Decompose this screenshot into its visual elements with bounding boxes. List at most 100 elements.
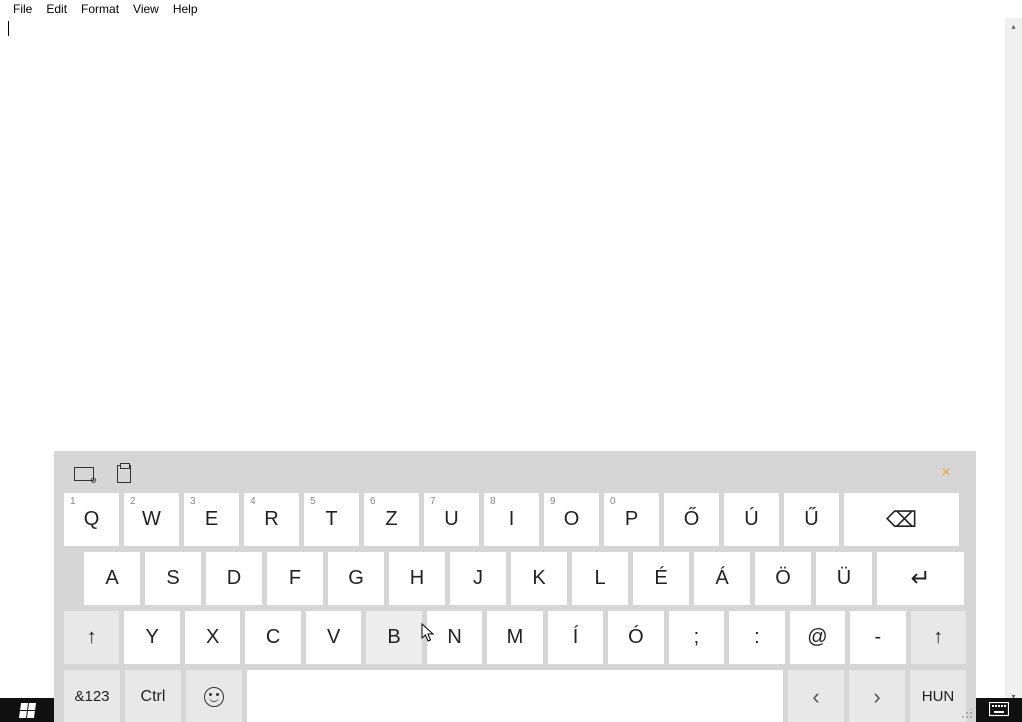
scroll-up-arrow-icon[interactable]: ▴ bbox=[1005, 18, 1022, 35]
key-u-acute[interactable]: Ú bbox=[724, 493, 779, 546]
key-symbols[interactable]: &123 bbox=[64, 670, 120, 722]
key-ctrl[interactable]: Ctrl bbox=[125, 670, 181, 722]
key-shift-right[interactable] bbox=[911, 611, 966, 664]
key-at[interactable]: @ bbox=[790, 611, 845, 664]
key-i-acute[interactable]: Í bbox=[548, 611, 603, 664]
key-l[interactable]: L bbox=[572, 552, 628, 605]
paste-button[interactable] bbox=[112, 463, 136, 485]
key-space[interactable] bbox=[247, 670, 783, 722]
key-label: É bbox=[654, 567, 667, 590]
chevron-right-icon: › bbox=[873, 684, 880, 710]
key-emoji[interactable] bbox=[186, 670, 242, 722]
key-label: &123 bbox=[74, 688, 109, 705]
close-keyboard-button[interactable]: × bbox=[936, 463, 956, 483]
key-o-diaeresis[interactable]: Ö bbox=[755, 552, 811, 605]
key-language[interactable]: HUN bbox=[910, 670, 966, 722]
key-hyphen[interactable]: - bbox=[850, 611, 905, 664]
key-label: Ctrl bbox=[141, 688, 166, 706]
key-label: Y bbox=[146, 626, 159, 649]
key-superscript: 1 bbox=[70, 496, 76, 507]
key-row-2: A S D F G H J K L É Á Ö Ü bbox=[84, 552, 966, 605]
vertical-scrollbar[interactable]: ▴ ▾ bbox=[1005, 18, 1022, 705]
key-superscript: 5 bbox=[310, 496, 316, 507]
key-label: U bbox=[444, 508, 458, 531]
key-g[interactable]: G bbox=[328, 552, 384, 605]
key-backspace[interactable] bbox=[844, 493, 959, 546]
emoji-icon bbox=[204, 687, 224, 707]
key-label: I bbox=[509, 508, 515, 531]
key-k[interactable]: K bbox=[511, 552, 567, 605]
key-label: C bbox=[266, 626, 280, 649]
key-row-4: &123 Ctrl ‹ › HUN bbox=[64, 670, 966, 722]
key-label: W bbox=[142, 508, 161, 531]
key-c[interactable]: C bbox=[245, 611, 300, 664]
key-n[interactable]: N bbox=[427, 611, 482, 664]
key-v[interactable]: V bbox=[306, 611, 361, 664]
key-r[interactable]: 4R bbox=[244, 493, 299, 546]
key-m[interactable]: M bbox=[487, 611, 542, 664]
key-label: H bbox=[410, 567, 424, 590]
key-z[interactable]: 6Z bbox=[364, 493, 419, 546]
key-j[interactable]: J bbox=[450, 552, 506, 605]
key-s[interactable]: S bbox=[145, 552, 201, 605]
key-d[interactable]: D bbox=[206, 552, 262, 605]
key-u-doubleacute[interactable]: Ű bbox=[784, 493, 839, 546]
resize-grip-icon[interactable] bbox=[959, 709, 973, 719]
key-enter[interactable] bbox=[877, 552, 964, 605]
key-w[interactable]: 2W bbox=[124, 493, 179, 546]
key-arrow-left[interactable]: ‹ bbox=[788, 670, 844, 722]
key-superscript: 9 bbox=[550, 496, 556, 507]
enter-icon bbox=[910, 564, 930, 593]
menu-format[interactable]: Format bbox=[74, 0, 126, 18]
key-e-acute[interactable]: É bbox=[633, 552, 689, 605]
key-a[interactable]: A bbox=[84, 552, 140, 605]
key-e[interactable]: 3E bbox=[184, 493, 239, 546]
key-label: E bbox=[205, 508, 218, 531]
key-o-doubleacute[interactable]: Ő bbox=[664, 493, 719, 546]
key-t[interactable]: 5T bbox=[304, 493, 359, 546]
key-o[interactable]: 9O bbox=[544, 493, 599, 546]
key-superscript: 2 bbox=[130, 496, 136, 507]
key-label: Ó bbox=[628, 626, 644, 649]
key-shift-left[interactable] bbox=[64, 611, 119, 664]
key-o-acute[interactable]: Ó bbox=[608, 611, 663, 664]
key-label: V bbox=[327, 626, 340, 649]
key-label: K bbox=[532, 567, 545, 590]
osk-toolbar: × bbox=[54, 451, 976, 493]
taskbar-start[interactable] bbox=[0, 698, 54, 722]
key-label: P bbox=[625, 508, 638, 531]
clipboard-icon bbox=[117, 465, 131, 483]
key-label: J bbox=[473, 567, 483, 590]
taskbar-tray-button[interactable] bbox=[976, 698, 1022, 722]
key-f[interactable]: F bbox=[267, 552, 323, 605]
key-label: Q bbox=[84, 508, 100, 531]
key-u[interactable]: 7U bbox=[424, 493, 479, 546]
key-label: X bbox=[206, 626, 219, 649]
key-label: @ bbox=[807, 626, 827, 649]
menu-edit[interactable]: Edit bbox=[39, 0, 74, 18]
menu-help[interactable]: Help bbox=[166, 0, 205, 18]
key-h[interactable]: H bbox=[389, 552, 445, 605]
text-caret bbox=[8, 21, 9, 36]
key-label: ; bbox=[694, 626, 700, 649]
key-colon[interactable]: : bbox=[729, 611, 784, 664]
key-u-diaeresis[interactable]: Ü bbox=[816, 552, 872, 605]
key-label: L bbox=[594, 567, 605, 590]
key-label: S bbox=[166, 567, 179, 590]
key-row-1: 1Q 2W 3E 4R 5T 6Z 7U 8I 9O 0P Ő Ú Ű bbox=[64, 493, 966, 546]
key-label: M bbox=[507, 626, 524, 649]
menu-view[interactable]: View bbox=[126, 0, 166, 18]
key-i[interactable]: 8I bbox=[484, 493, 539, 546]
keyboard-settings-button[interactable] bbox=[72, 463, 96, 485]
key-y[interactable]: Y bbox=[124, 611, 179, 664]
key-x[interactable]: X bbox=[185, 611, 240, 664]
key-p[interactable]: 0P bbox=[604, 493, 659, 546]
key-semicolon[interactable]: ; bbox=[669, 611, 724, 664]
key-a-acute[interactable]: Á bbox=[694, 552, 750, 605]
key-arrow-right[interactable]: › bbox=[849, 670, 905, 722]
key-b[interactable]: B bbox=[366, 611, 421, 664]
menu-bar: File Edit Format View Help bbox=[0, 0, 1022, 18]
close-icon: × bbox=[941, 464, 950, 482]
menu-file[interactable]: File bbox=[6, 0, 39, 18]
key-q[interactable]: 1Q bbox=[64, 493, 119, 546]
